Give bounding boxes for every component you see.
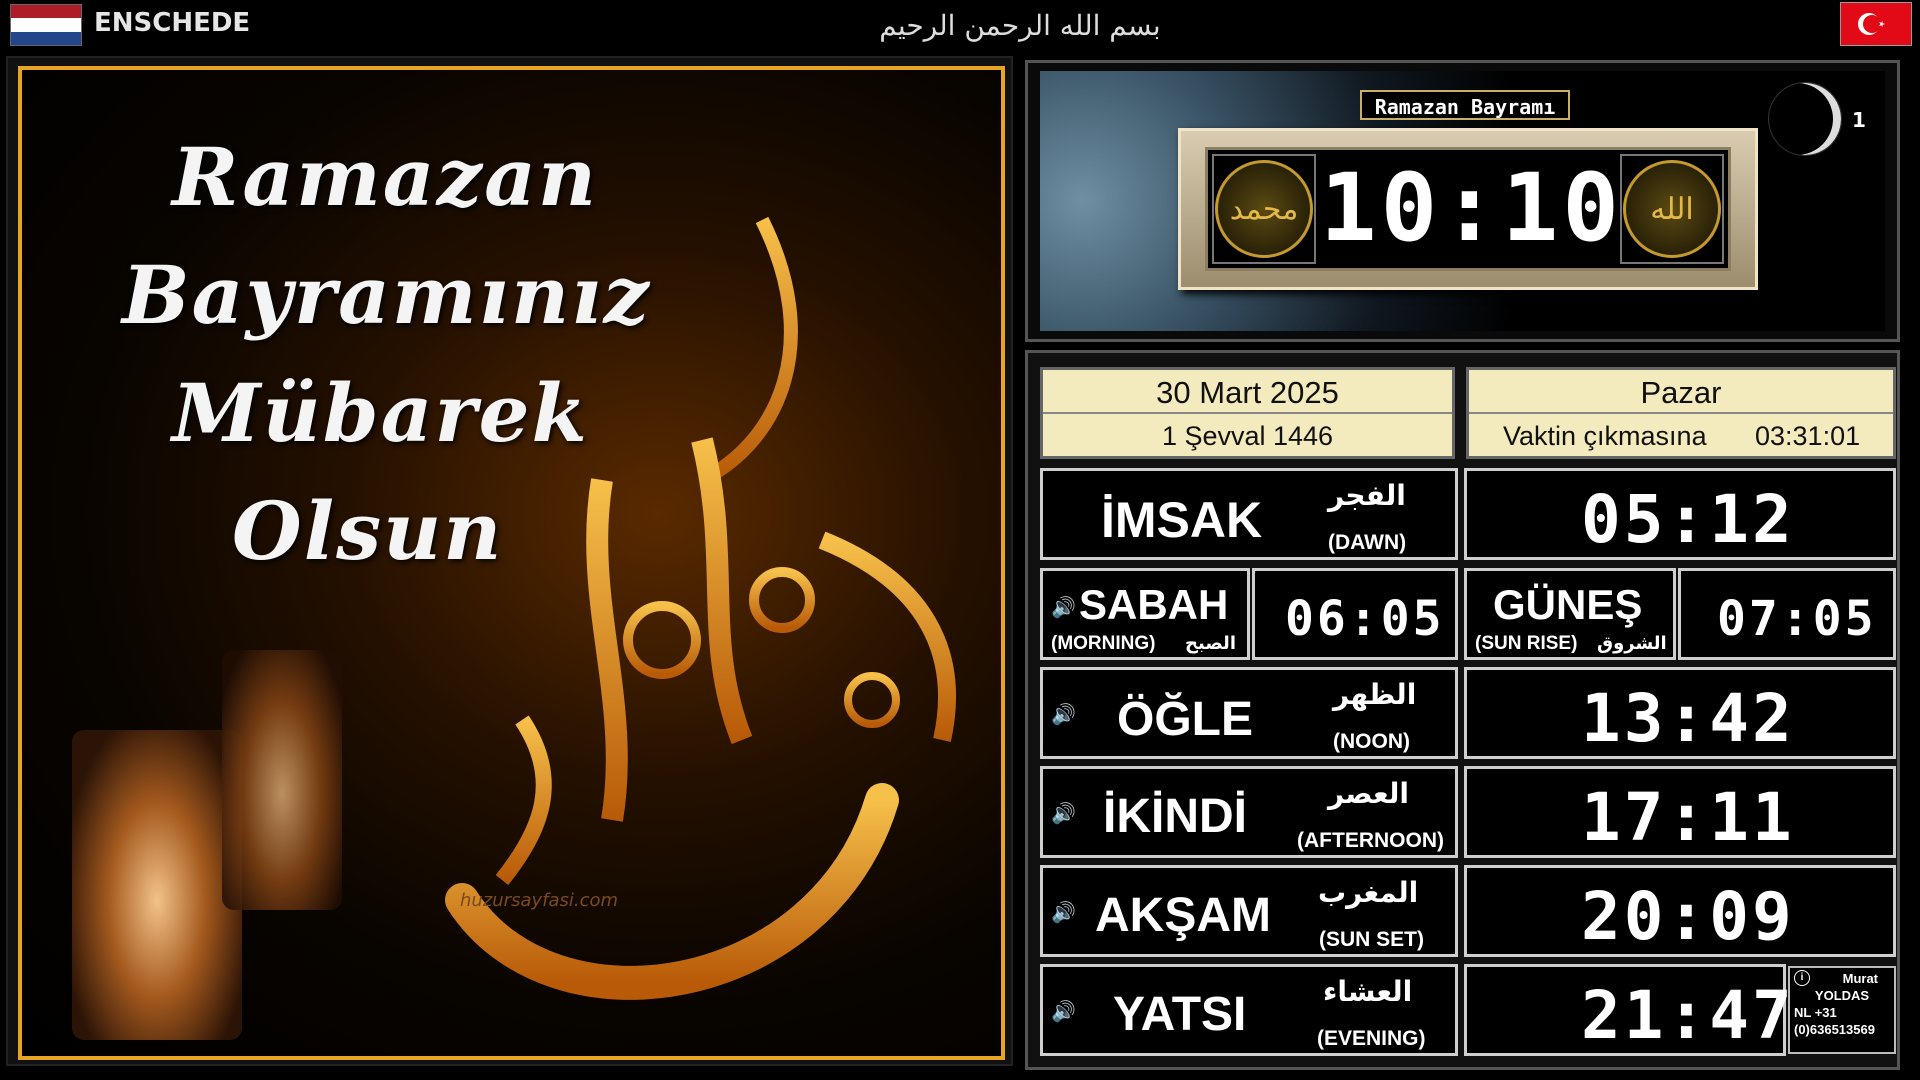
allah-calligraphy-icon: الله [1623, 160, 1721, 258]
gregorian-date: 30 Mart 2025 [1043, 374, 1452, 414]
sabah-speaker-icon[interactable]: 🔊 [1051, 595, 1076, 619]
aksam-name-cell: 🔊 AKŞAM المغرب (SUN SET) [1040, 865, 1458, 957]
aksam-english: (SUN SET) [1319, 928, 1424, 951]
weekday-cell: Pazar Vaktin çıkmasına 03:31:01 [1466, 367, 1896, 459]
lantern-back [222, 650, 342, 910]
bayram-poster: Ramazan Bayramınız Mübarek Olsun huzursa… [18, 66, 1005, 1060]
lantern-front [72, 730, 242, 1040]
yatsi-arabic: العشاء [1323, 975, 1413, 1008]
ogle-name: ÖĞLE [1117, 693, 1254, 746]
gunes-english: (SUN RISE) [1475, 633, 1578, 654]
ogle-time: 13:42 [1581, 680, 1795, 757]
current-time: 10:10 [1320, 154, 1623, 263]
info-icon[interactable]: i [1794, 970, 1810, 986]
turkey-flag-icon [1840, 2, 1912, 46]
ogle-english: (NOON) [1333, 730, 1410, 753]
ikindi-time: 17:11 [1581, 779, 1795, 856]
imsak-name: İMSAK [1101, 492, 1263, 548]
ogle-speaker-icon[interactable]: 🔊 [1051, 702, 1076, 726]
gunes-name-cell: GÜNEŞ (SUN RISE) الشروق [1464, 568, 1676, 660]
netherlands-flag-icon [10, 4, 82, 46]
aksam-arabic: المغرب [1318, 876, 1419, 909]
gunes-name: GÜNEŞ [1493, 581, 1643, 628]
sabah-name-cell: 🔊 SABAH (MORNING) الصبح [1040, 568, 1250, 660]
aksam-speaker-icon[interactable]: 🔊 [1051, 900, 1076, 924]
credit-line-2: YOLDAS [1814, 988, 1870, 1003]
ogle-arabic: الظهر [1333, 678, 1417, 711]
aksam-time-cell: 20:09 [1464, 865, 1896, 957]
moon-day: 1 [1852, 108, 1866, 132]
credit-box: i Murat YOLDAS NL +31 (0)636513569 [1788, 966, 1896, 1054]
top-bar: ENSCHEDE بسم الله الرحمن الرحيم [0, 0, 1920, 50]
basmala-calligraphy: بسم الله الرحمن الرحيم [879, 9, 1161, 42]
weekday: Pazar [1469, 374, 1893, 414]
countdown-row: Vaktin çıkmasına 03:31:01 [1469, 418, 1893, 454]
yatsi-name: YATSI [1113, 988, 1247, 1041]
yatsi-name-cell: 🔊 YATSI العشاء (EVENING) [1040, 964, 1458, 1056]
ikindi-name-cell: 🔊 İKİNDİ العصر (AFTERNOON) [1040, 766, 1458, 858]
imsak-english: (DAWN) [1328, 531, 1407, 554]
poster-frame: Ramazan Bayramınız Mübarek Olsun huzursa… [6, 56, 1013, 1066]
eid-calligraphy-icon [445, 216, 956, 1000]
ikindi-english: (AFTERNOON) [1297, 829, 1444, 852]
ikindi-name: İKİNDİ [1103, 790, 1247, 843]
imsak-time-cell: 05:12 [1464, 468, 1896, 560]
gunes-arabic: الشروق [1597, 633, 1667, 654]
hijri-date: 1 Şevval 1446 [1161, 421, 1334, 451]
yatsi-time-cell: 21:47 [1464, 964, 1792, 1056]
credit-line-3: NL +31 [1794, 1005, 1837, 1020]
clock-inner: محمد 10:10 الله [1205, 147, 1731, 271]
muhammad-calligraphy-icon: محمد [1215, 160, 1313, 258]
aksam-time: 20:09 [1581, 878, 1795, 955]
yatsi-time: 21:47 [1581, 977, 1795, 1054]
sabah-arabic: الصبح [1185, 633, 1236, 654]
imsak-name-cell: İMSAK الفجر (DAWN) [1040, 468, 1458, 560]
date-cell: 30 Mart 2025 1 Şevval 1446 [1040, 367, 1455, 459]
imsak-arabic: الفجر [1328, 479, 1406, 512]
ikindi-arabic: العصر [1328, 777, 1409, 810]
clock-box: محمد 10:10 الله [1178, 128, 1758, 290]
yatsi-speaker-icon[interactable]: 🔊 [1051, 999, 1076, 1023]
ogle-name-cell: 🔊 ÖĞLE الظهر (NOON) [1040, 667, 1458, 759]
sabah-english: (MORNING) [1051, 633, 1156, 654]
poster-watermark: huzursayfasi.com [460, 890, 619, 911]
event-label: Ramazan Bayramı [1360, 90, 1570, 120]
imsak-time: 05:12 [1581, 481, 1795, 558]
gunes-time: 07:05 [1717, 591, 1877, 647]
countdown-label: Vaktin çıkmasına [1503, 421, 1707, 451]
city-name: ENSCHEDE [94, 8, 251, 38]
ikindi-time-cell: 17:11 [1464, 766, 1896, 858]
allah-medallion: الله [1620, 154, 1724, 264]
countdown-value: 03:31:01 [1755, 421, 1861, 451]
ikindi-speaker-icon[interactable]: 🔊 [1051, 801, 1076, 825]
sabah-time-cell: 06:05 [1252, 568, 1458, 660]
sabah-time: 06:05 [1285, 591, 1445, 647]
moon-phase-icon [1768, 82, 1842, 156]
yatsi-english: (EVENING) [1317, 1027, 1426, 1050]
muhammad-medallion: محمد [1212, 154, 1316, 264]
sabah-name: SABAH [1079, 581, 1229, 628]
gunes-time-cell: 07:05 [1678, 568, 1896, 660]
aksam-name: AKŞAM [1095, 889, 1271, 942]
credit-line-4: (0)636513569 [1794, 1022, 1875, 1037]
ogle-time-cell: 13:42 [1464, 667, 1896, 759]
